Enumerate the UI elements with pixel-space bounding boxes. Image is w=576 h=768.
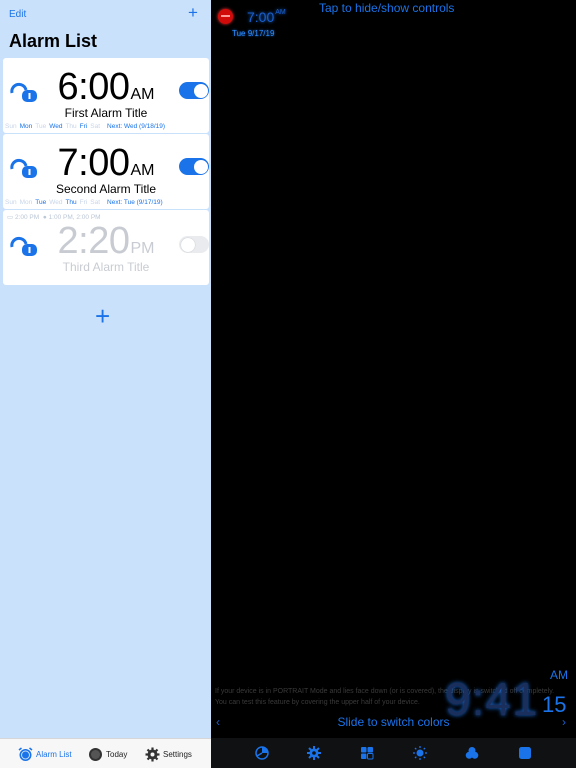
alarm-title: Third Alarm Title	[62, 260, 150, 274]
day-sun: Sun	[5, 123, 17, 130]
day-fri: Fri	[79, 199, 88, 206]
tab-label: Alarm List	[36, 749, 72, 759]
alarm-time: 7:00AM	[57, 142, 155, 184]
day-tue: Tue	[35, 199, 47, 206]
tab-today[interactable]: Today	[88, 746, 127, 762]
tab-alarm-list[interactable]: Alarm List	[18, 746, 72, 762]
alarm-days: Sun Mon Tue Wed Thu Fri Sat Next: Wed (9/18/19)	[5, 123, 168, 130]
alarm-clock-icon	[18, 746, 33, 761]
clock-toolbar	[211, 738, 576, 768]
day-thu: Thu	[65, 199, 77, 206]
add-alarm-large-button[interactable]: +	[95, 302, 110, 330]
hide-controls-hint[interactable]: Tap to hide/show controls	[319, 1, 454, 15]
alarm-card-3[interactable]: ▭ 2:00 PM ● 1:00 PM, 2:00 PM 2:20PM Thir…	[3, 210, 209, 285]
day-sun: Sun	[5, 199, 17, 206]
tab-label: Today	[106, 749, 128, 759]
tab-settings[interactable]: Settings	[145, 746, 192, 762]
day-fri: Fri	[79, 123, 88, 130]
slide-colors-hint[interactable]: Slide to switch colors	[211, 715, 576, 729]
page-title: Alarm List	[9, 31, 98, 51]
color-circles-icon[interactable]	[465, 746, 479, 760]
next-alarm: Next: Tue (9/17/19)	[107, 199, 163, 206]
alarm-toggle[interactable]	[179, 158, 209, 175]
alarm-card-1[interactable]: 6:00AM First Alarm Title Sun Mon Tue Wed Thu…	[3, 58, 209, 133]
next-alarm-time: 7:00AM	[247, 9, 286, 25]
alarm-toggle[interactable]	[179, 82, 209, 99]
tab-bar: Alarm List Today Settings	[0, 738, 211, 768]
day-thu: Thu	[65, 123, 77, 130]
today-icon	[89, 747, 102, 761]
square-icon[interactable]	[518, 746, 532, 760]
grid-icon[interactable]	[360, 746, 374, 760]
day-wed: Wed	[49, 199, 63, 206]
day-sat: Sat	[90, 199, 101, 206]
alarm-time: 6:00AM	[57, 66, 155, 108]
day-sat: Sat	[90, 123, 101, 130]
pie-chart-icon[interactable]	[255, 746, 269, 760]
night-clock-panel[interactable]: 7:00AM Tue 9/17/19 Tap to hide/show cont…	[211, 0, 576, 768]
alarm-title: First Alarm Title	[64, 106, 148, 120]
alarm-list-panel: Edit + Alarm List 6:00AM First Alarm Tit…	[0, 0, 211, 768]
brightness-icon[interactable]	[413, 746, 427, 760]
alarm-indicator-icon[interactable]	[218, 9, 233, 24]
add-alarm-button[interactable]: +	[188, 3, 198, 23]
day-mon: Mon	[19, 199, 33, 206]
next-alarm-date: Tue 9/17/19	[232, 29, 275, 38]
day-wed: Wed	[49, 123, 63, 130]
edit-button[interactable]: Edit	[9, 9, 26, 20]
alarm-title: Second Alarm Title	[55, 182, 157, 196]
alarm-days: Sun Mon Tue Wed Thu Fri Sat Next: Tue (9/17/19)	[5, 199, 166, 206]
gear-icon	[145, 747, 160, 761]
tab-label: Settings	[163, 749, 192, 759]
alarm-card-2[interactable]: 7:00AM Second Alarm Title Sun Mon Tue Wed Th…	[3, 134, 209, 209]
alarm-time: 2:20PM	[57, 220, 155, 262]
day-tue: Tue	[35, 123, 47, 130]
main-clock-ampm: AM	[550, 668, 568, 682]
gear-icon[interactable]	[307, 746, 321, 760]
day-mon: Mon	[19, 123, 33, 130]
chevron-right-icon[interactable]: ›	[562, 715, 566, 729]
alarm-toggle[interactable]	[179, 236, 209, 253]
next-alarm: Next: Wed (9/18/19)	[107, 123, 166, 130]
